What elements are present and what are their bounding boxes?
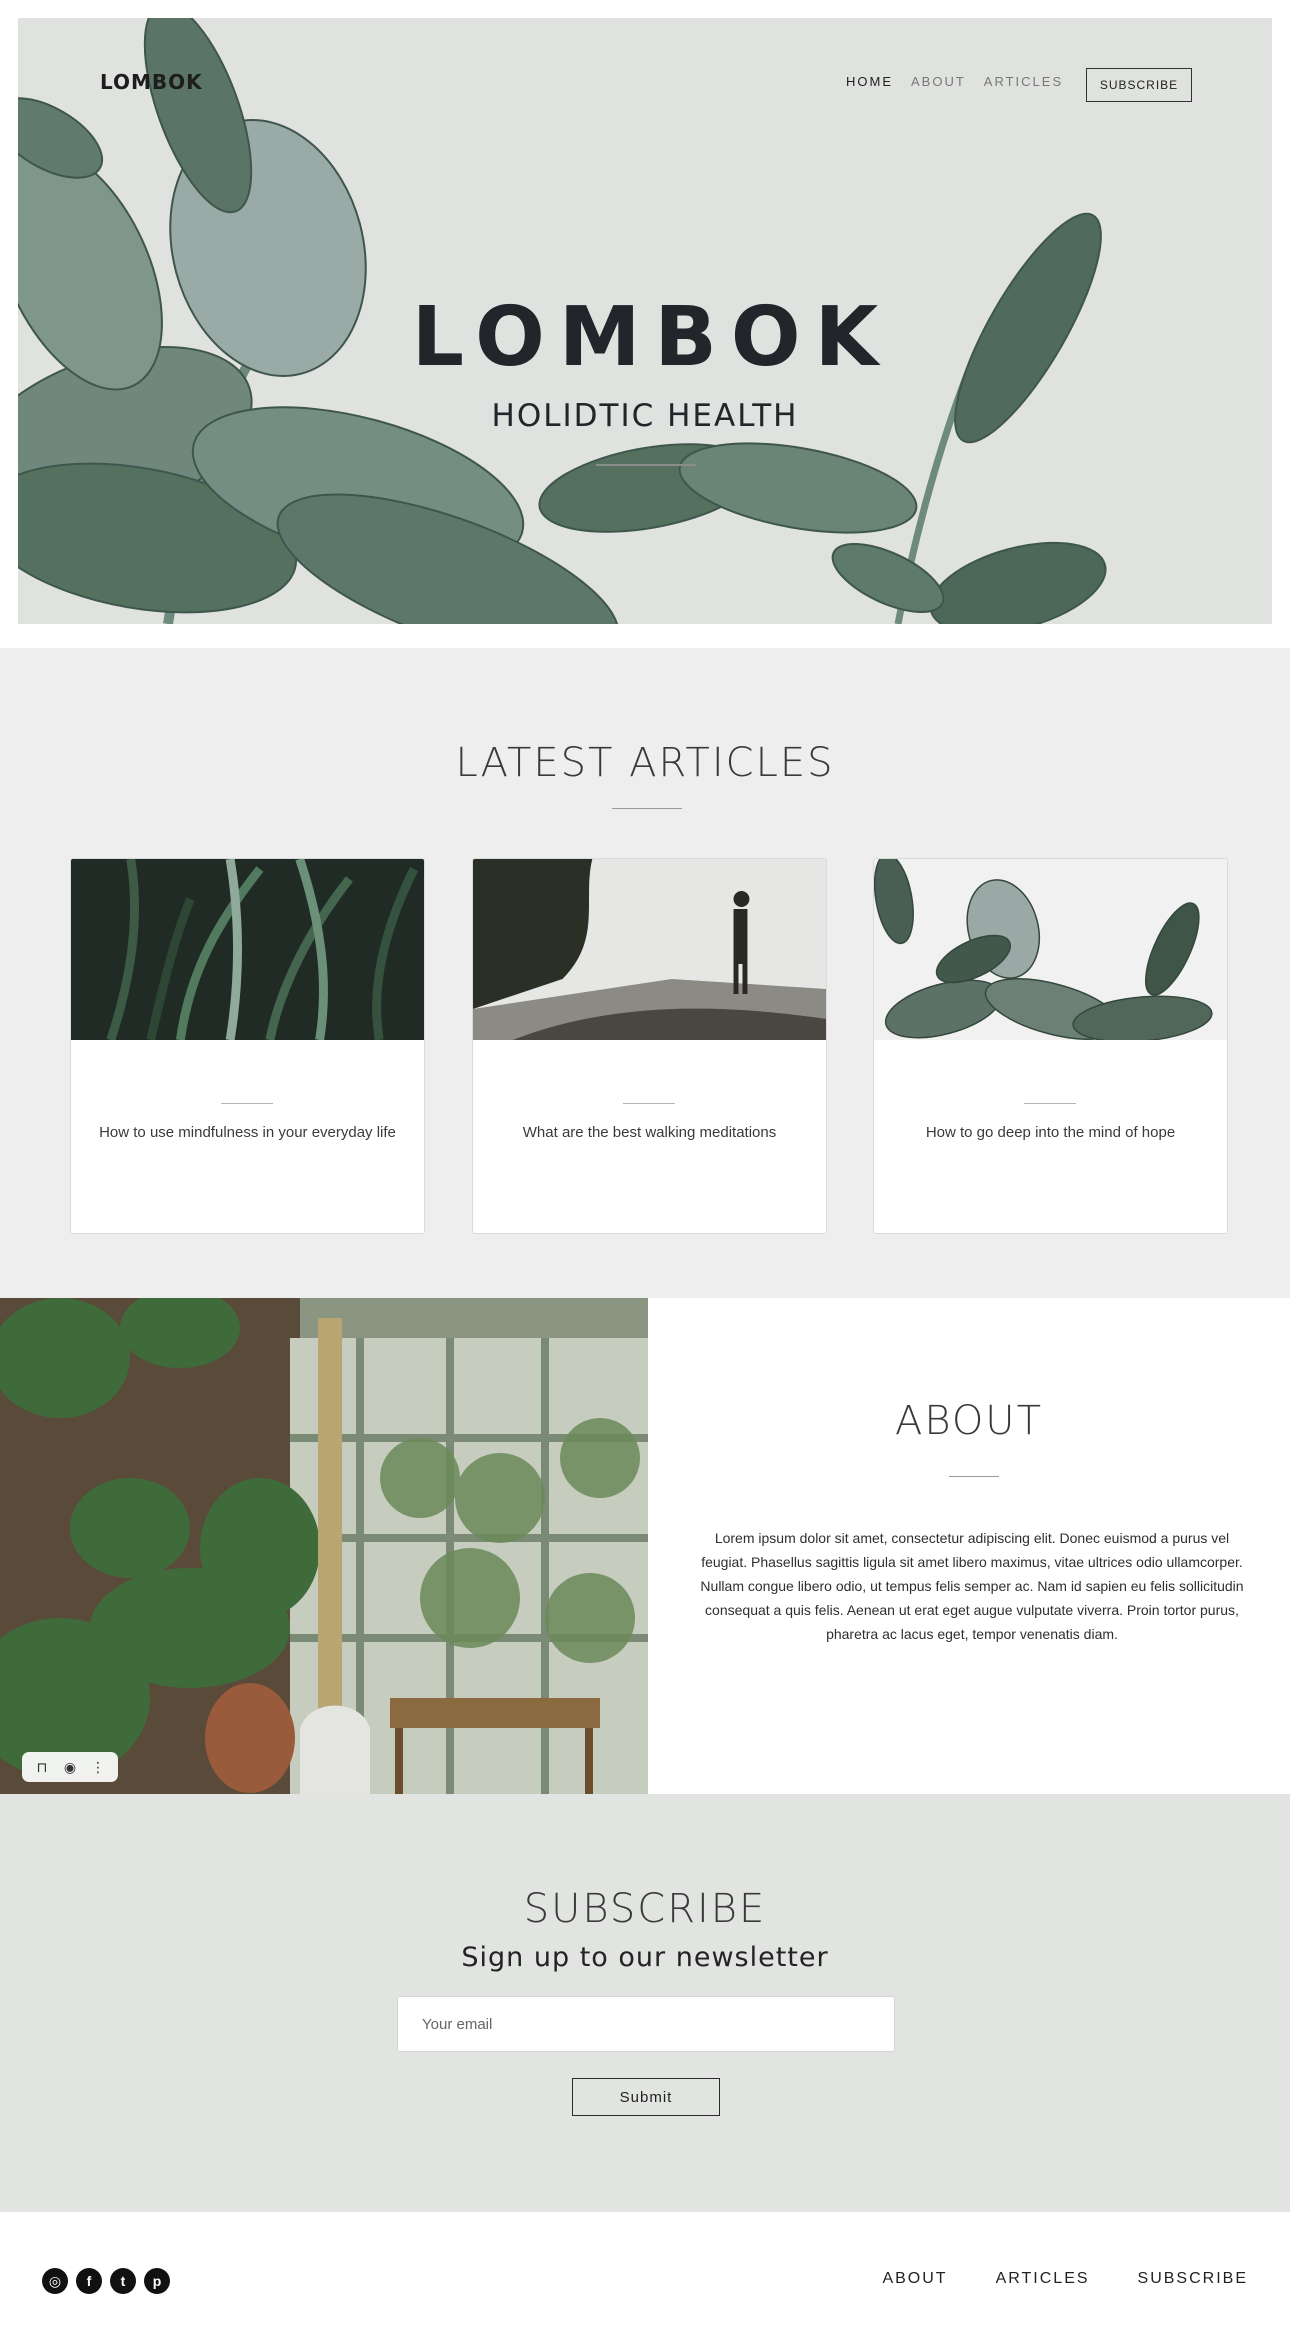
latest-divider bbox=[612, 808, 682, 809]
pinterest-icon[interactable]: p bbox=[144, 2268, 170, 2294]
card-divider bbox=[623, 1103, 675, 1104]
card-divider bbox=[221, 1103, 273, 1104]
nav-subscribe-button[interactable]: SUBSCRIBE bbox=[1086, 68, 1192, 102]
card-divider bbox=[1024, 1103, 1076, 1104]
hero-divider bbox=[596, 464, 696, 466]
brand-logo[interactable]: LOMBOK bbox=[100, 70, 203, 94]
footer-link-about[interactable]: ABOUT bbox=[882, 2270, 947, 2288]
lens-icon[interactable]: ◉ bbox=[60, 1759, 80, 1776]
article-title[interactable]: How to go deep into the mind of hope bbox=[894, 1121, 1207, 1145]
main-nav: HOME ABOUT ARTICLES bbox=[846, 74, 1063, 89]
about-divider bbox=[949, 1476, 999, 1477]
subscribe-section: SUBSCRIBE Sign up to our newsletter Subm… bbox=[0, 1794, 1290, 2212]
more-icon[interactable]: ⋮ bbox=[88, 1759, 108, 1776]
hero-subtitle: HOLIDTIC HEALTH bbox=[491, 398, 799, 434]
nav-home[interactable]: HOME bbox=[846, 74, 893, 89]
social-links: ◎ f t p bbox=[42, 2268, 170, 2294]
article-card[interactable]: How to use mindfulness in your everyday … bbox=[70, 858, 425, 1234]
article-title[interactable]: What are the best walking meditations bbox=[493, 1121, 806, 1145]
facebook-icon[interactable]: f bbox=[76, 2268, 102, 2294]
article-image-plant bbox=[874, 859, 1227, 1040]
instagram-icon[interactable]: ◎ bbox=[42, 2268, 68, 2294]
about-body-text: Lorem ipsum dolor sit amet, consectetur … bbox=[700, 1530, 1244, 1642]
footer: ◎ f t p ABOUT ARTICLES SUBSCRIBE bbox=[0, 2212, 1290, 2343]
section-title-latest: LATEST ARTICLES bbox=[455, 740, 835, 786]
about-section: ABOUT Lorem ipsum dolor sit amet, consec… bbox=[648, 1298, 1290, 1794]
footer-link-subscribe[interactable]: SUBSCRIBE bbox=[1138, 2270, 1248, 2288]
nav-articles[interactable]: ARTICLES bbox=[984, 74, 1063, 89]
about-greenhouse-image bbox=[0, 1298, 648, 1794]
email-input[interactable] bbox=[397, 1996, 895, 2052]
hero-title: LOMBOK bbox=[411, 290, 893, 385]
section-title-subscribe: SUBSCRIBE bbox=[523, 1886, 767, 1932]
latest-articles-section: LATEST ARTICLES How to use mindfulness i… bbox=[0, 648, 1290, 1298]
article-card[interactable]: What are the best walking meditations bbox=[472, 858, 827, 1234]
newsletter-heading: Sign up to our newsletter bbox=[461, 1942, 829, 1973]
image-toolbar: ⊓ ◉ ⋮ bbox=[22, 1752, 118, 1782]
footer-link-articles[interactable]: ARTICLES bbox=[996, 2270, 1090, 2288]
article-image-walker bbox=[473, 859, 826, 1040]
article-title[interactable]: How to use mindfulness in your everyday … bbox=[91, 1121, 404, 1145]
submit-button[interactable]: Submit bbox=[572, 2078, 720, 2116]
footer-nav: ABOUT ARTICLES SUBSCRIBE bbox=[882, 2270, 1248, 2288]
hero-banner: LOMBOK HOME ABOUT ARTICLES SUBSCRIBE LOM… bbox=[18, 18, 1272, 624]
article-image-grass bbox=[71, 859, 424, 1040]
bookmark-icon[interactable]: ⊓ bbox=[32, 1759, 52, 1776]
nav-about[interactable]: ABOUT bbox=[911, 74, 966, 89]
article-card[interactable]: How to go deep into the mind of hope bbox=[873, 858, 1228, 1234]
section-title-about: ABOUT bbox=[894, 1398, 1044, 1444]
twitter-icon[interactable]: t bbox=[110, 2268, 136, 2294]
